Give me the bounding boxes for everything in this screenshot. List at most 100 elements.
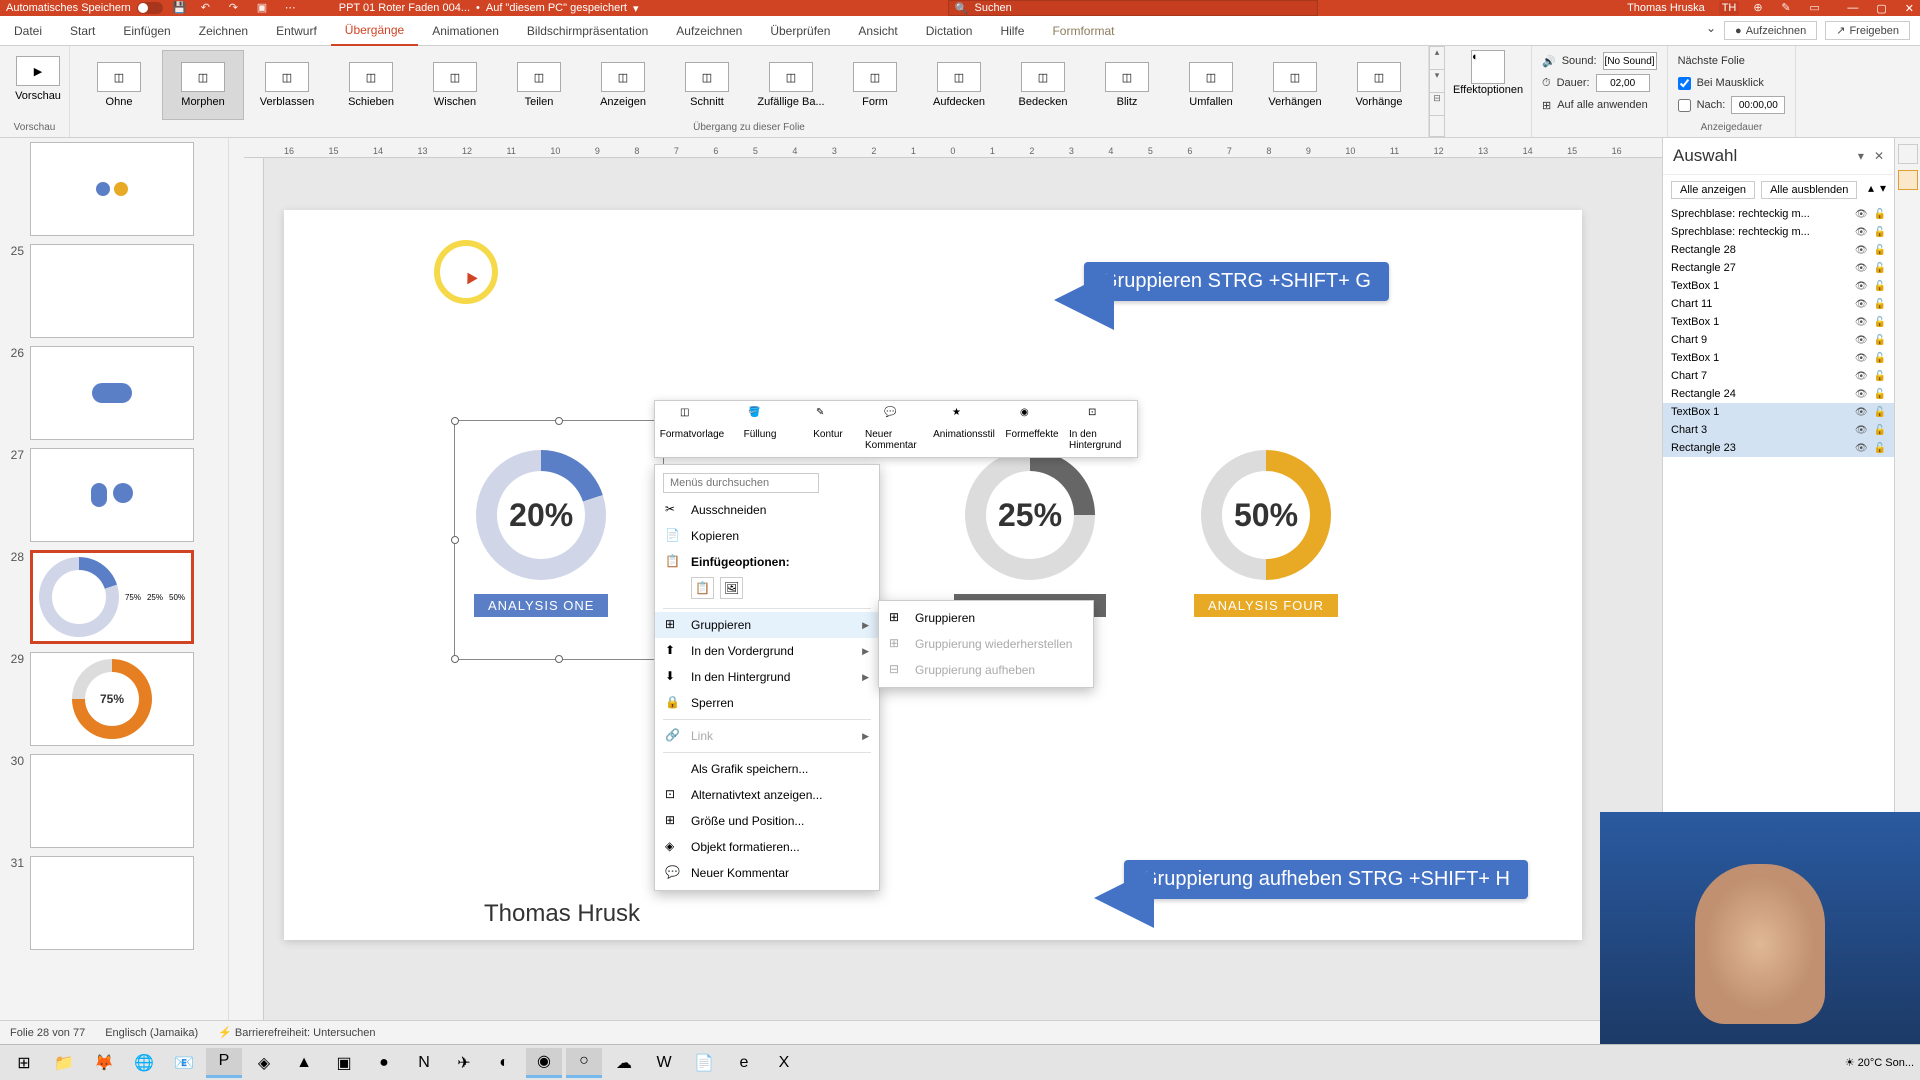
context-menu[interactable]: ✂Ausschneiden📄Kopieren📋Einfügeoptionen:📋… (654, 464, 880, 891)
pane-close-icon[interactable]: ✕ (1874, 149, 1884, 163)
word-icon[interactable]: W (646, 1048, 682, 1078)
donut-4[interactable]: 50% ANALYSIS FOUR (1194, 450, 1338, 617)
sel-item[interactable]: Chart 11👁🔓 (1663, 295, 1894, 313)
tab-einfuegen[interactable]: Einfügen (109, 16, 184, 46)
transition-ohne[interactable]: ◫Ohne (78, 50, 160, 120)
start-button[interactable]: ⊞ (6, 1048, 42, 1078)
tab-aufzeichnen[interactable]: Aufzeichnen (662, 16, 756, 46)
app4-icon[interactable]: ◐ (486, 1048, 522, 1078)
sel-item[interactable]: Rectangle 27👁🔓 (1663, 259, 1894, 277)
app2-icon[interactable]: ▣ (326, 1048, 362, 1078)
thumbnail-29[interactable]: 2975% (0, 648, 244, 750)
thumbnail-scrollbar[interactable] (228, 138, 244, 1020)
ctx-sub-gruppieren[interactable]: ⊞Gruppieren (879, 605, 1093, 631)
transition-anzeigen[interactable]: ◫Anzeigen (582, 50, 664, 120)
transition-schnitt[interactable]: ◫Schnitt (666, 50, 748, 120)
sel-item[interactable]: Chart 9👁🔓 (1663, 331, 1894, 349)
user-name[interactable]: Thomas Hruska (1627, 2, 1705, 14)
sound-select[interactable] (1603, 52, 1657, 70)
selection-box[interactable] (454, 420, 664, 660)
filename[interactable]: PPT 01 Roter Faden 004... • Auf "diesem … (339, 2, 639, 15)
transition-zufällige ba...[interactable]: ◫Zufällige Ba... (750, 50, 832, 120)
redo-icon[interactable]: ↷ (229, 1, 243, 15)
ctx-alsgrafikspeichern[interactable]: Als Grafik speichern... (655, 756, 879, 782)
slide-thumbnails[interactable]: 2526272875%25%50%2975%3031 (0, 138, 244, 1020)
mini-toolbar[interactable]: ◫Formatvorlage 🪣Füllung ✎Kontur 💬Neuer K… (654, 400, 1138, 458)
transition-morphen[interactable]: ◫Morphen (162, 50, 244, 120)
sync-icon[interactable]: ⊕ (1753, 1, 1767, 15)
move-down-icon[interactable]: ▾ (1880, 181, 1886, 199)
effektoptionen-button[interactable]: ◐ Effektoptionen (1453, 50, 1523, 96)
sel-item[interactable]: TextBox 1👁🔓 (1663, 349, 1894, 367)
ctx-search-input[interactable] (663, 473, 819, 493)
ctx-gruppieren[interactable]: ⊞Gruppieren▶ (655, 612, 879, 638)
slide-canvas[interactable]: Gruppieren STRG +SHIFT+ G Gruppierung au… (284, 210, 1582, 940)
mini-formeffekte[interactable]: ◉Formeffekte (999, 405, 1065, 453)
ctx-alternativtextanzeigen[interactable]: ⊡Alternativtext anzeigen... (655, 782, 879, 808)
sel-item[interactable]: TextBox 1👁🔓 (1663, 277, 1894, 295)
transition-verhängen[interactable]: ◫Verhängen (1254, 50, 1336, 120)
thumbnail-25[interactable]: 25 (0, 240, 244, 342)
ctx-ausschneiden[interactable]: ✂Ausschneiden (655, 497, 879, 523)
mini-animation[interactable]: ★Animationsstil (931, 405, 997, 453)
sel-item[interactable]: TextBox 1👁🔓 (1663, 313, 1894, 331)
undo-icon[interactable]: ↶ (201, 1, 215, 15)
search-input[interactable]: 🔍 Suchen (948, 0, 1318, 16)
tab-ueberpruefen[interactable]: Überprüfen (756, 16, 844, 46)
transition-umfallen[interactable]: ◫Umfallen (1170, 50, 1252, 120)
powerpoint-icon[interactable]: P (206, 1048, 242, 1078)
transition-verblassen[interactable]: ◫Verblassen (246, 50, 328, 120)
tab-selection-icon[interactable] (1898, 170, 1918, 190)
app5-icon[interactable]: ☁ (606, 1048, 642, 1078)
record-icon[interactable]: ○ (566, 1048, 602, 1078)
aufzeichnen-button[interactable]: ● Aufzeichnen (1724, 21, 1817, 40)
donut-3[interactable]: 25% ANALYSIS THREE (954, 450, 1106, 617)
app6-icon[interactable]: 📄 (686, 1048, 722, 1078)
chrome-icon[interactable]: 🌐 (126, 1048, 162, 1078)
show-all-button[interactable]: Alle anzeigen (1671, 181, 1755, 199)
move-up-icon[interactable]: ▴ (1868, 181, 1874, 199)
obs-icon[interactable]: ◉ (526, 1048, 562, 1078)
app-icon[interactable]: ◈ (246, 1048, 282, 1078)
mini-fuellung[interactable]: 🪣Füllung (727, 405, 793, 453)
draw-icon[interactable]: ✎ (1781, 1, 1795, 15)
thumbnail-30[interactable]: 30 (0, 750, 244, 852)
sel-item[interactable]: Chart 3👁🔓 (1663, 421, 1894, 439)
tab-animationen[interactable]: Animationen (418, 16, 513, 46)
freigeben-button[interactable]: ↗ Freigeben (1825, 21, 1910, 40)
language-indicator[interactable]: Englisch (Jamaika) (105, 1027, 198, 1039)
excel-icon[interactable]: X (766, 1048, 802, 1078)
more-icon[interactable]: ⋯ (285, 1, 299, 15)
vlc-icon[interactable]: ▲ (286, 1048, 322, 1078)
autosave-toggle[interactable]: Automatisches Speichern (6, 2, 163, 14)
transition-form[interactable]: ◫Form (834, 50, 916, 120)
sel-item[interactable]: Chart 7👁🔓 (1663, 367, 1894, 385)
ctx-greundposition[interactable]: ⊞Größe und Position... (655, 808, 879, 834)
transition-teilen[interactable]: ◫Teilen (498, 50, 580, 120)
present-icon[interactable]: ▣ (257, 1, 271, 15)
app3-icon[interactable]: ● (366, 1048, 402, 1078)
apply-all-button[interactable]: ⊞Auf alle anwenden (1542, 94, 1657, 116)
thumbnail-26[interactable]: 26 (0, 342, 244, 444)
ctx-kopieren[interactable]: 📄Kopieren (655, 523, 879, 549)
accessibility-check[interactable]: ⚡ Barrierefreiheit: Untersuchen (218, 1026, 375, 1039)
thumbnail-28[interactable]: 2875%25%50% (0, 546, 244, 648)
save-icon[interactable]: 💾 (173, 1, 187, 15)
mausklick-checkbox[interactable] (1678, 77, 1691, 90)
pane-dropdown-icon[interactable]: ▾ (1858, 149, 1864, 163)
autosave-switch[interactable] (137, 2, 163, 14)
nach-checkbox[interactable] (1678, 99, 1691, 112)
context-submenu-gruppieren[interactable]: ⊞Gruppieren ⊞Gruppierung wiederherstelle… (878, 600, 1094, 688)
firefox-icon[interactable]: 🦊 (86, 1048, 122, 1078)
sel-item[interactable]: Rectangle 24👁🔓 (1663, 385, 1894, 403)
telegram-icon[interactable]: ✈ (446, 1048, 482, 1078)
sel-item[interactable]: Rectangle 23👁🔓 (1663, 439, 1894, 457)
close-button[interactable]: ✕ (1905, 2, 1914, 15)
vorschau-button[interactable]: ▶ Vorschau (8, 50, 68, 102)
dauer-input[interactable] (1596, 74, 1650, 92)
mini-kontur[interactable]: ✎Kontur (795, 405, 861, 453)
window-icon[interactable]: ▭ (1809, 1, 1823, 15)
taskbar[interactable]: ⊞ 📁 🦊 🌐 📧 P ◈ ▲ ▣ ● N ✈ ◐ ◉ ○ ☁ W 📄 e X … (0, 1044, 1920, 1080)
tab-datei[interactable]: Datei (0, 16, 56, 46)
slide-editor[interactable]: Übergang zu dieser Folie 161514131211109… (244, 138, 1662, 1020)
